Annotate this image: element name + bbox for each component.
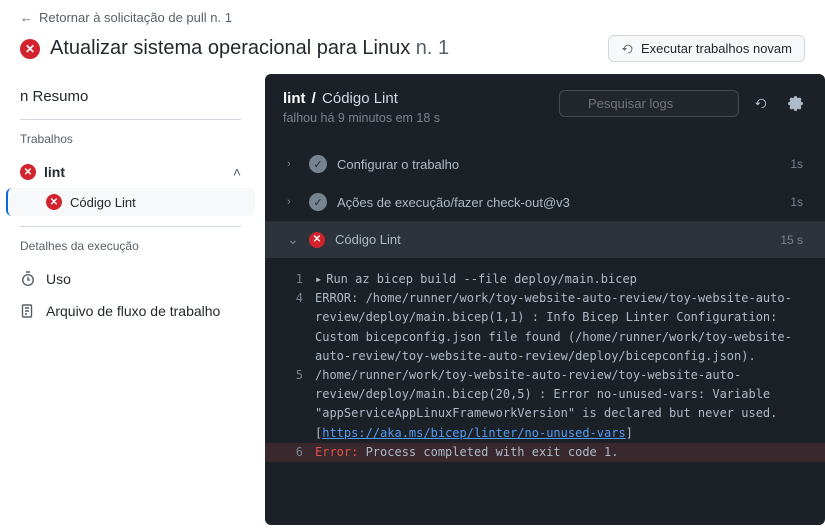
title-row: Atualizar sistema operacional para Linux…: [20, 35, 805, 74]
status-check-icon: [309, 155, 327, 173]
status-fail-icon: [309, 232, 325, 248]
job-step-codigo-lint[interactable]: Código Lint: [6, 188, 255, 216]
gear-icon[interactable]: [783, 92, 807, 116]
status-check-icon: [309, 193, 327, 211]
log-step[interactable]: Configurar o trabalho 1s: [265, 145, 825, 183]
sync-icon: [621, 42, 635, 56]
error-prefix: Error:: [315, 445, 358, 459]
rerun-label: Executar trabalhos novam: [641, 41, 792, 56]
breadcrumb-separator: /: [312, 90, 316, 107]
status-fail-icon: [20, 164, 36, 180]
usage-label: Uso: [46, 271, 71, 287]
log-step-time: 15 s: [780, 233, 803, 247]
status-fail-icon: [46, 194, 62, 210]
log-panel: lint / Código Lint falhou há 9 minutos e…: [265, 74, 825, 525]
log-line-text: ERROR: /home/runner/work/toy-website-aut…: [315, 289, 807, 366]
step-label: Código Lint: [70, 195, 136, 210]
log-step-time: 1s: [790, 195, 803, 209]
log-header: lint / Código Lint falhou há 9 minutos e…: [265, 74, 825, 139]
page-title-text: Atualizar sistema operacional para Linux: [50, 37, 410, 59]
log-line-text: Error: Process completed with exit code …: [315, 443, 807, 462]
rerun-jobs-button[interactable]: Executar trabalhos novam: [608, 35, 805, 62]
caret-icon: ▸: [315, 272, 322, 286]
log-step-name: Configurar o trabalho: [337, 157, 780, 172]
back-link-label: Retornar à solicitação de pull n. 1: [39, 10, 232, 25]
workflow-file-label: Arquivo de fluxo de trabalho: [46, 303, 220, 319]
workflow-file-link[interactable]: Arquivo de fluxo de trabalho: [0, 295, 261, 327]
log-step-time: 1s: [790, 157, 803, 171]
log-line: 1▸Run az bicep build --file deploy/main.…: [265, 270, 825, 289]
chevron-down-icon: [287, 231, 299, 248]
log-step-name: Ações de execução/fazer check-out@v3: [337, 195, 780, 210]
log-link[interactable]: https://aka.ms/bicep/linter/no-unused-va…: [322, 426, 625, 440]
breadcrumb-step: Código Lint: [322, 90, 398, 107]
details-caption: Detalhes da execução: [0, 233, 261, 263]
back-link[interactable]: ← Retornar à solicitação de pull n. 1: [20, 10, 805, 25]
job-lint[interactable]: lint: [0, 156, 261, 188]
jobs-caption: Trabalhos: [0, 126, 261, 156]
chevron-up-icon: [233, 164, 241, 180]
chevron-right-icon: [287, 158, 299, 170]
log-line-number: 5: [283, 366, 315, 385]
job-name: lint: [44, 164, 65, 180]
log-line-number: 4: [283, 289, 315, 308]
log-line: 5/home/runner/work/toy-website-auto-revi…: [265, 366, 825, 443]
stopwatch-icon: [20, 271, 36, 287]
log-line-number: 6: [283, 443, 315, 462]
arrow-left-icon: ←: [20, 10, 33, 25]
log-search-input[interactable]: [559, 90, 739, 117]
chevron-right-icon: [287, 196, 299, 208]
log-step[interactable]: Código Lint 15 s: [265, 221, 825, 258]
summary-link[interactable]: n Resumo: [0, 78, 261, 119]
log-line: 6Error: Process completed with exit code…: [265, 443, 825, 462]
divider: [20, 226, 241, 227]
status-fail-icon: [20, 39, 40, 59]
usage-link[interactable]: Uso: [0, 263, 261, 295]
sidebar: n Resumo Trabalhos lint Código Lint Deta…: [0, 74, 261, 525]
log-step-name: Código Lint: [335, 232, 770, 247]
page-title: Atualizar sistema operacional para Linux…: [50, 37, 449, 60]
breadcrumb-job: lint: [283, 90, 306, 107]
log-line-number: 1: [283, 270, 315, 289]
log-body: 1▸Run az bicep build --file deploy/main.…: [265, 264, 825, 472]
page-title-number: n. 1: [416, 37, 449, 59]
log-line-text: ▸Run az bicep build --file deploy/main.b…: [315, 270, 807, 289]
log-steps: Configurar o trabalho1sAções de execução…: [265, 139, 825, 264]
workflow-file-icon: [20, 303, 36, 319]
rerun-icon[interactable]: [749, 92, 773, 116]
log-subtext: falhou há 9 minutos em 18 s: [283, 111, 547, 125]
log-step[interactable]: Ações de execução/fazer check-out@v3 1s: [265, 183, 825, 221]
log-line-text: /home/runner/work/toy-website-auto-revie…: [315, 366, 807, 443]
log-line: 4ERROR: /home/runner/work/toy-website-au…: [265, 289, 825, 366]
divider: [20, 119, 241, 120]
log-breadcrumb: lint / Código Lint: [283, 90, 547, 107]
